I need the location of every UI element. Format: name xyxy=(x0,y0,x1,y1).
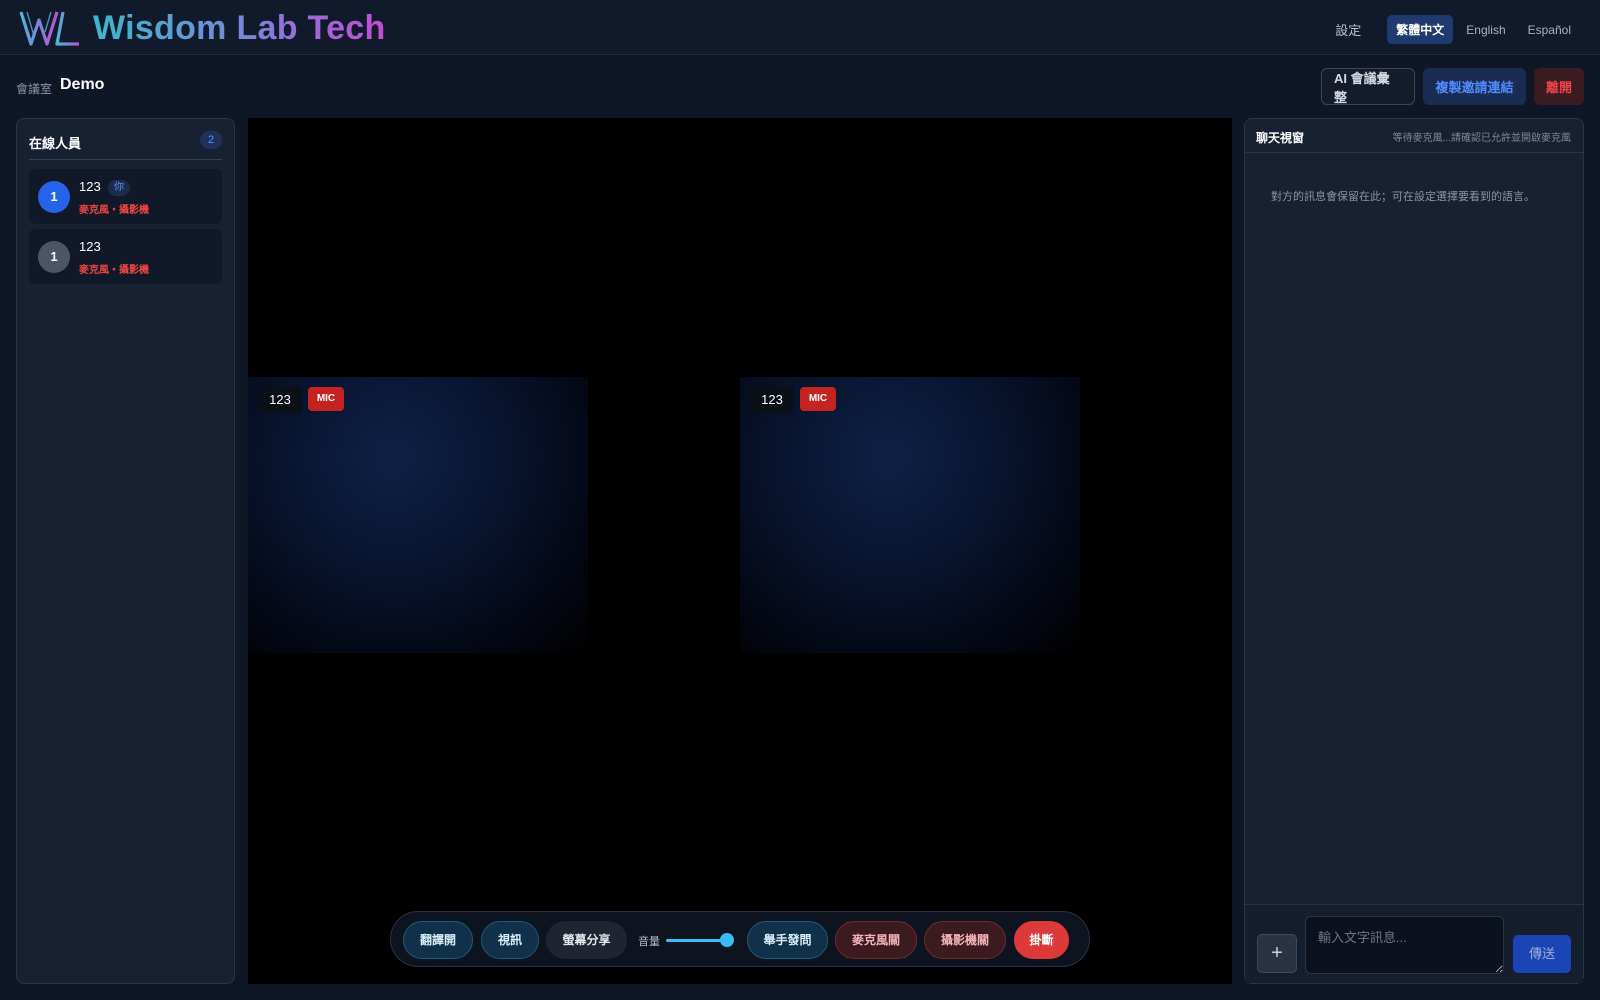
you-badge: 你 xyxy=(108,180,130,196)
participants-panel: 在線人員 2 1 123 你 麥克風・攝影機 1 123 麥克風・攝影機 xyxy=(16,118,235,984)
mic-badge: MIC xyxy=(308,387,344,411)
top-bar: Wisdom Lab Tech 設定 繁體中文 English Español xyxy=(0,0,1600,55)
participant-status: 麥克風・攝影機 xyxy=(79,265,149,276)
mic-toggle-button[interactable]: 麥克風關 xyxy=(835,921,917,959)
screen-share-button[interactable]: 螢幕分享 xyxy=(546,921,627,959)
chat-empty-hint: 對方的訊息會保留在此；可在設定選擇要看到的語言。 xyxy=(1271,191,1535,203)
volume-slider-handle[interactable] xyxy=(720,933,734,947)
mic-badge: MIC xyxy=(800,387,836,411)
participant-name: 123 xyxy=(79,239,101,254)
participant-item[interactable]: 1 123 你 麥克風・攝影機 xyxy=(29,169,222,224)
leave-button[interactable]: 離開 xyxy=(1534,68,1584,105)
chat-message-input[interactable] xyxy=(1305,916,1504,974)
lang-es[interactable]: Español xyxy=(1519,17,1580,43)
video-tile[interactable]: 123 MIC xyxy=(740,377,1080,653)
translate-toggle-button[interactable]: 翻譯開 xyxy=(403,921,473,959)
raise-hand-button[interactable]: 舉手發問 xyxy=(747,921,828,959)
video-stage: 123 MIC 123 MIC 翻譯開 視訊 螢幕分享 音量 舉手發問 麥克風關… xyxy=(248,118,1232,984)
avatar: 1 xyxy=(38,181,70,213)
copy-invite-button[interactable]: 複製邀請連結 xyxy=(1423,68,1526,105)
video-button[interactable]: 視訊 xyxy=(481,921,539,959)
chat-header: 聊天視窗 等待麥克風...請確認已允許並開啟麥克風 xyxy=(1245,119,1583,153)
brand-logo[interactable]: Wisdom Lab Tech xyxy=(19,8,386,48)
video-tile[interactable]: 123 MIC xyxy=(248,377,588,653)
top-nav: 設定 繁體中文 English Español xyxy=(1335,15,1580,44)
camera-toggle-button[interactable]: 攝影機關 xyxy=(924,921,1006,959)
participants-count-badge: 2 xyxy=(200,131,222,149)
video-tile-name: 123 xyxy=(258,386,302,413)
video-tile-name: 123 xyxy=(750,386,794,413)
participant-status: 麥克風・攝影機 xyxy=(79,205,149,216)
settings-link[interactable]: 設定 xyxy=(1335,20,1361,39)
participant-name: 123 xyxy=(79,179,101,194)
lang-en[interactable]: English xyxy=(1457,17,1514,43)
chat-composer: + 傳送 xyxy=(1245,904,1583,983)
plus-icon[interactable]: + xyxy=(1257,934,1297,973)
room-name: Demo xyxy=(60,76,105,93)
lang-zh-tw[interactable]: 繁體中文 xyxy=(1387,15,1454,44)
hangup-button[interactable]: 掛斷 xyxy=(1014,921,1069,959)
send-button[interactable]: 傳送 xyxy=(1513,935,1571,973)
avatar: 1 xyxy=(38,241,70,273)
call-controls: 翻譯開 視訊 螢幕分享 音量 舉手發問 麥克風關 攝影機關 掛斷 xyxy=(390,911,1090,967)
participants-header: 在線人員 2 xyxy=(29,131,222,160)
ai-summary-button[interactable]: AI 會議彙整 xyxy=(1321,68,1415,105)
room-bar: 會議室 Demo AI 會議彙整 複製邀請連結 離開 xyxy=(16,68,1584,106)
room-label: 會議室 xyxy=(16,82,53,96)
participant-item[interactable]: 1 123 麥克風・攝影機 xyxy=(29,229,222,284)
chat-title: 聊天視窗 xyxy=(1256,131,1305,145)
participants-title: 在線人員 xyxy=(29,136,82,151)
chat-mic-status: 等待麥克風...請確認已允許並開啟麥克風 xyxy=(1392,133,1571,144)
chat-panel: 聊天視窗 等待麥克風...請確認已允許並開啟麥克風 對方的訊息會保留在此；可在設… xyxy=(1244,118,1584,984)
brand-name: Wisdom Lab Tech xyxy=(93,8,386,47)
volume-label: 音量 xyxy=(638,936,660,948)
room-actions: AI 會議彙整 複製邀請連結 離開 xyxy=(1313,68,1584,105)
wl-monogram-icon xyxy=(19,11,79,46)
